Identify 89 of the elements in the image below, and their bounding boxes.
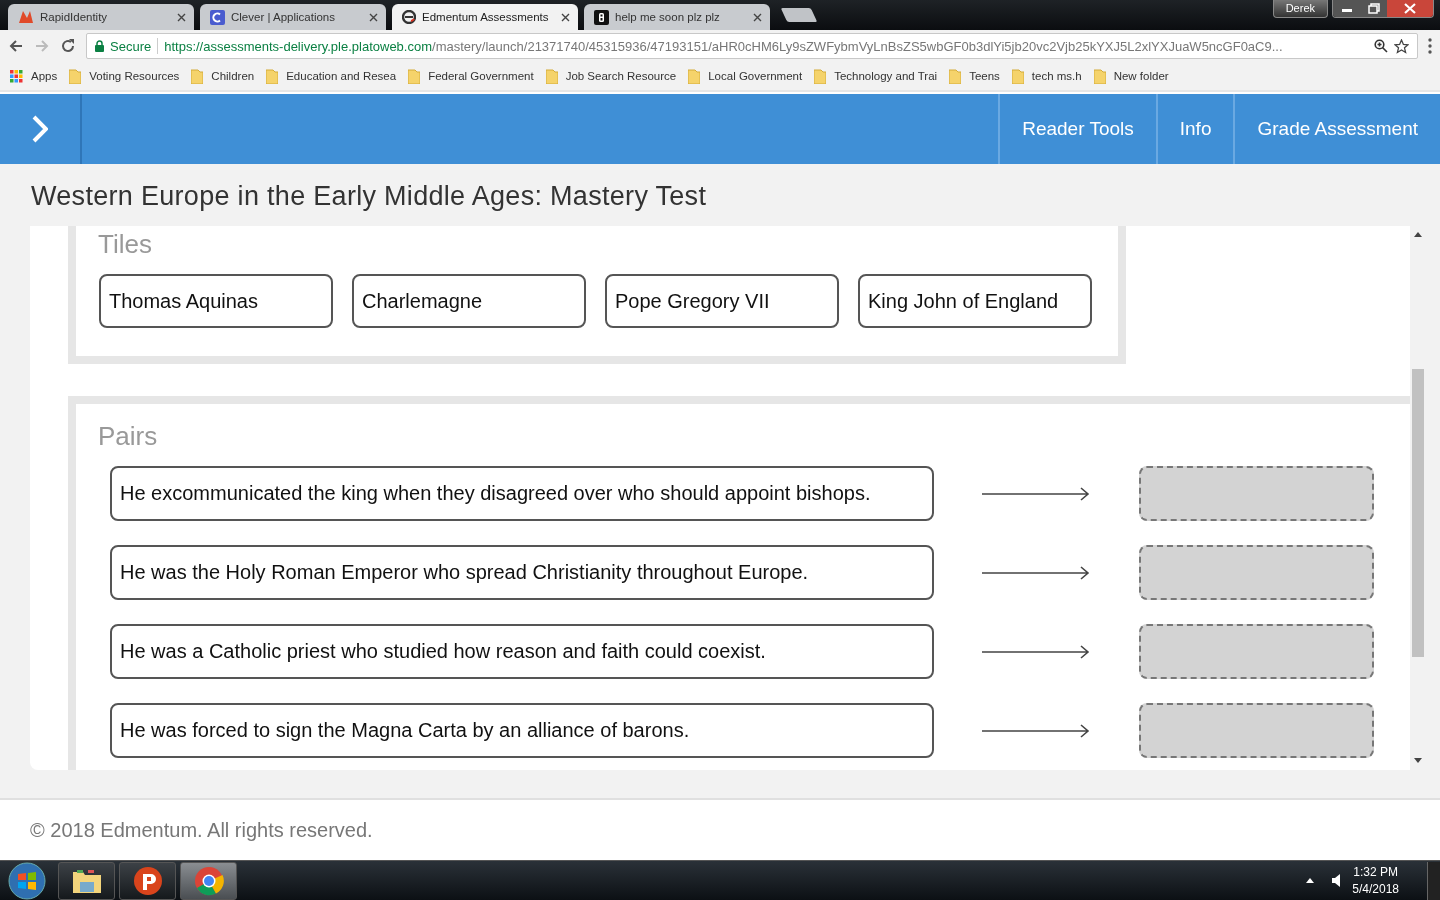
- drop-target[interactable]: [1139, 466, 1374, 521]
- description-box: He was a Catholic priest who studied how reason and faith could coexist.: [110, 624, 934, 679]
- scroll-up-icon[interactable]: [1414, 232, 1422, 237]
- lock-icon: [95, 40, 104, 52]
- menu-icon[interactable]: [1428, 38, 1432, 54]
- tab-title: RapidIdentity: [40, 11, 109, 23]
- close-icon[interactable]: [561, 12, 570, 22]
- close-icon[interactable]: [177, 12, 186, 22]
- folder-icon: [191, 68, 204, 84]
- scrollbar-thumb[interactable]: [1412, 369, 1424, 657]
- folder-icon: [71, 867, 102, 894]
- close-icon[interactable]: [1387, 0, 1433, 17]
- minimize-icon[interactable]: [1333, 0, 1361, 17]
- bookmark[interactable]: tech ms.h: [1011, 68, 1082, 84]
- arrow-icon: [982, 723, 1090, 738]
- taskbar-button[interactable]: [58, 861, 115, 900]
- folder-icon: [949, 68, 962, 84]
- folder-icon: [814, 68, 827, 84]
- bookmark[interactable]: Job Search Resource: [545, 68, 677, 84]
- tab-title: help me soon plz plz: [615, 11, 721, 23]
- browser-tab[interactable]: Clever | Applications: [200, 4, 386, 30]
- bookmark[interactable]: Children: [191, 68, 255, 84]
- restore-icon[interactable]: [1361, 0, 1387, 17]
- answer-tile[interactable]: King John of England: [858, 274, 1092, 328]
- logo-icon: [18, 10, 34, 24]
- bookmark[interactable]: Teens: [949, 68, 1000, 84]
- browser-tab[interactable]: Edmentum Assessments: [392, 4, 578, 30]
- secure-label: Secure: [110, 38, 152, 54]
- description-box: He was forced to sign the Magna Carta by an alliance of barons.: [110, 703, 934, 758]
- volume-icon[interactable]: [1332, 874, 1341, 887]
- folder-icon: [408, 68, 421, 84]
- answer-tile[interactable]: Charlemagne: [352, 274, 586, 328]
- folder-icon: [688, 68, 701, 84]
- answer-tile[interactable]: Pope Gregory VII: [605, 274, 839, 328]
- copyright-text: © 2018 Edmentum. All rights reserved.: [0, 798, 1440, 860]
- close-icon[interactable]: [369, 12, 378, 22]
- bookmark[interactable]: Voting Resources: [69, 68, 180, 84]
- arrow-icon: [982, 565, 1090, 580]
- star-icon[interactable]: [1394, 38, 1409, 54]
- folder-icon: [266, 68, 279, 84]
- section-heading: Pairs: [97, 420, 159, 453]
- close-icon[interactable]: [753, 12, 762, 22]
- chrome-icon: [193, 865, 224, 896]
- bookmark[interactable]: Education and Resea: [266, 68, 397, 84]
- address-bar[interactable]: Secure https://assessments-delivery.ple.platoweb.com/mastery/launch/21371740/45315936/47193151/aHR0cHM6Ly9sZWFybmVyLnBsZS5wbGF0b3dlYi5jb20vc2Vjb25kYXJ5L2xlYXJuaW5ncGF0aC9...: [86, 33, 1418, 59]
- bookmark[interactable]: Technology and Trai: [814, 68, 938, 84]
- tray-expand-icon[interactable]: [1306, 878, 1315, 883]
- drop-target[interactable]: [1139, 703, 1374, 758]
- taskbar-button[interactable]: [180, 861, 237, 900]
- arrow-icon: [982, 486, 1090, 501]
- zoom-icon[interactable]: [1374, 39, 1388, 53]
- apps-icon: [10, 69, 23, 83]
- logo-icon: [402, 10, 416, 24]
- drop-target[interactable]: [1139, 624, 1374, 679]
- arrow-icon: [982, 644, 1090, 659]
- start-button[interactable]: [8, 861, 46, 900]
- url-host: https://assessments-delivery.ple.platoweb.com: [164, 38, 433, 54]
- reload-icon[interactable]: [60, 38, 76, 54]
- back-icon[interactable]: [8, 38, 24, 54]
- taskbar-button[interactable]: [119, 861, 176, 900]
- folder-icon: [69, 68, 82, 84]
- url-path: /mastery/launch/21371740/45315936/47193151/aHR0cHM6Ly9sZWFybmVyLnBsZS5wbGF0b3dlYi5jb20vc2Vjb25kYXJ5L2xlYXJuaW5ncGF0aC9...: [432, 38, 1283, 54]
- logo-icon: [210, 9, 225, 25]
- bookmark[interactable]: Federal Government: [408, 68, 534, 84]
- section-heading: Tiles: [97, 228, 153, 261]
- scroll-down-icon[interactable]: [1414, 758, 1422, 763]
- logo-icon: [594, 9, 609, 25]
- answer-tile[interactable]: Thomas Aquinas: [99, 274, 333, 328]
- tab-title: Clever | Applications: [231, 11, 336, 23]
- new-tab-button[interactable]: [780, 8, 818, 22]
- tab-title: Edmentum Assessments: [422, 11, 550, 23]
- browser-tab[interactable]: help me soon plz plz: [584, 4, 770, 30]
- profile-button[interactable]: Derek: [1272, 0, 1328, 18]
- show-desktop-button[interactable]: [1427, 861, 1440, 900]
- bookmark[interactable]: New folder: [1093, 68, 1169, 84]
- chevron-icon: [32, 115, 48, 143]
- description-box: He excommunicated the king when they disagreed over who should appoint bishops.: [110, 466, 934, 521]
- folder-icon: [1011, 68, 1024, 84]
- bookmark[interactable]: Local Government: [688, 68, 803, 84]
- browser-tab[interactable]: RapidIdentity: [8, 4, 194, 30]
- bookmark[interactable]: Apps: [10, 69, 58, 83]
- clock-date: 5/4/2018: [1352, 880, 1399, 898]
- clock-time: 1:32 PM: [1352, 863, 1399, 881]
- drop-target[interactable]: [1139, 545, 1374, 600]
- description-box: He was the Holy Roman Emperor who spread Christianity throughout Europe.: [110, 545, 934, 600]
- app-logo-icon: [132, 865, 163, 896]
- folder-icon: [1093, 68, 1106, 84]
- folder-icon: [545, 68, 558, 84]
- page-title: Western Europe in the Early Middle Ages: Mastery Test: [30, 180, 708, 213]
